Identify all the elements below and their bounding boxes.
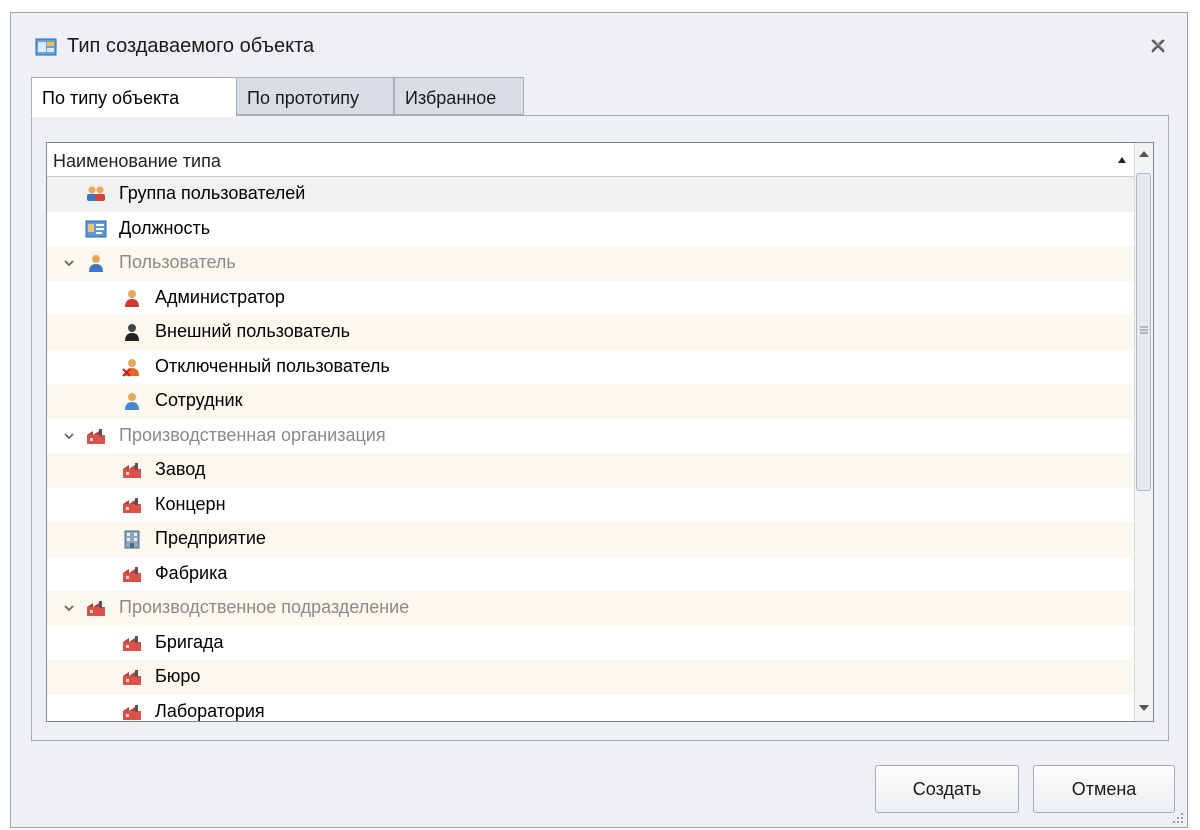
sort-ascending-icon (1118, 157, 1126, 163)
column-header-type-name[interactable]: Наименование типа (47, 143, 1137, 177)
resize-grip-icon[interactable] (1172, 812, 1184, 824)
factory-icon (87, 601, 105, 616)
factory-icon (123, 704, 141, 720)
grip-lines-icon (1140, 326, 1148, 334)
tree-item[interactable]: Фабрика (47, 557, 1137, 592)
employee-icon (125, 393, 139, 410)
vertical-scrollbar[interactable] (1134, 143, 1153, 721)
position-card-icon (85, 220, 107, 237)
tree-item[interactable]: Бригада (47, 626, 1137, 661)
tree-item-label: Производственное подразделение (119, 597, 410, 617)
tree-item-label: Фабрика (155, 562, 228, 583)
tree-item[interactable]: Администратор (47, 281, 1137, 316)
tree-item[interactable]: Бюро (47, 660, 1137, 695)
chevron-down-icon[interactable] (63, 431, 75, 441)
disabled-user-icon (122, 358, 139, 377)
external-user-icon (125, 324, 139, 341)
tab-panel: Наименование типа Группа пользователей Д… (31, 115, 1169, 741)
factory-icon (123, 463, 141, 478)
type-tree-list[interactable]: Наименование типа Группа пользователей Д… (46, 142, 1154, 722)
tree-item-label: Должность (119, 217, 211, 238)
tree-item-label: Администратор (155, 286, 285, 307)
scroll-down-arrow-icon[interactable] (1137, 703, 1151, 713)
factory-icon (123, 670, 141, 685)
tree-item[interactable]: Группа пользователей (47, 177, 1137, 212)
tree-item[interactable]: Концерн (47, 488, 1137, 523)
chevron-down-icon[interactable] (63, 258, 75, 268)
tree-item-label: Отключенный пользователь (155, 355, 390, 376)
building-icon (124, 530, 140, 549)
user-icon (89, 255, 103, 272)
create-button[interactable]: Создать (875, 765, 1019, 813)
tab-by-prototype[interactable]: По прототипу (236, 77, 394, 115)
admin-user-icon (125, 289, 139, 307)
tab-label: По прототипу (247, 88, 360, 108)
tab-favorites[interactable]: Избранное (394, 77, 524, 115)
app-window-icon (35, 38, 57, 56)
tree-item[interactable]: Должность (47, 212, 1137, 247)
factory-icon (123, 635, 141, 651)
scrollbar-thumb[interactable] (1136, 173, 1151, 491)
tree-item[interactable]: Внешний пользователь (47, 315, 1137, 350)
tree-group-item[interactable]: Пользователь (47, 246, 1137, 281)
tree-item[interactable]: Завод (47, 453, 1137, 488)
tree-item-label: Производственная организация (119, 424, 386, 445)
factory-icon (123, 566, 141, 582)
tree-item-label: Пользователь (119, 252, 236, 272)
user-group-icon (87, 186, 105, 201)
tab-label: По типу объекта (42, 88, 180, 108)
tree-item-label: Внешний пользователь (155, 321, 351, 341)
chevron-down-icon[interactable] (63, 603, 75, 613)
tab-label: Избранное (405, 88, 497, 108)
tree-item-label: Бригада (155, 631, 224, 652)
tree-item[interactable]: Отключенный пользователь (47, 350, 1137, 385)
cancel-button[interactable]: Отмена (1033, 765, 1175, 813)
tree-item-label: Лаборатория (155, 700, 265, 721)
column-header-label: Наименование типа (53, 151, 221, 171)
dialog-title: Тип создаваемого объекта (67, 35, 315, 57)
tree-item-label: Завод (155, 459, 206, 479)
tree-item-label: Бюро (155, 666, 201, 686)
tree-item[interactable]: Лаборатория (47, 695, 1137, 722)
tree-item[interactable]: Предприятие (47, 522, 1137, 557)
tree-item-label: Сотрудник (155, 390, 243, 410)
factory-icon (123, 497, 141, 513)
tree-item-label: Концерн (155, 493, 226, 514)
factory-icon (87, 428, 105, 444)
tab-by-object-type[interactable]: По типу объекта (31, 77, 237, 117)
scroll-up-arrow-icon[interactable] (1137, 149, 1151, 159)
tree-rows: Группа пользователей Должность Пользоват… (47, 177, 1137, 722)
close-icon[interactable] (1147, 35, 1169, 57)
tree-item[interactable]: Сотрудник (47, 384, 1137, 419)
tree-item-label: Предприятие (155, 528, 266, 548)
tree-item-label: Группа пользователей (119, 183, 306, 203)
create-object-type-dialog: Тип создаваемого объекта По типу объекта… (10, 12, 1188, 828)
tree-group-item[interactable]: Производственная организация (47, 419, 1137, 454)
tree-group-item[interactable]: Производственное подразделение (47, 591, 1137, 626)
title-bar[interactable]: Тип создаваемого объекта (11, 13, 1187, 75)
